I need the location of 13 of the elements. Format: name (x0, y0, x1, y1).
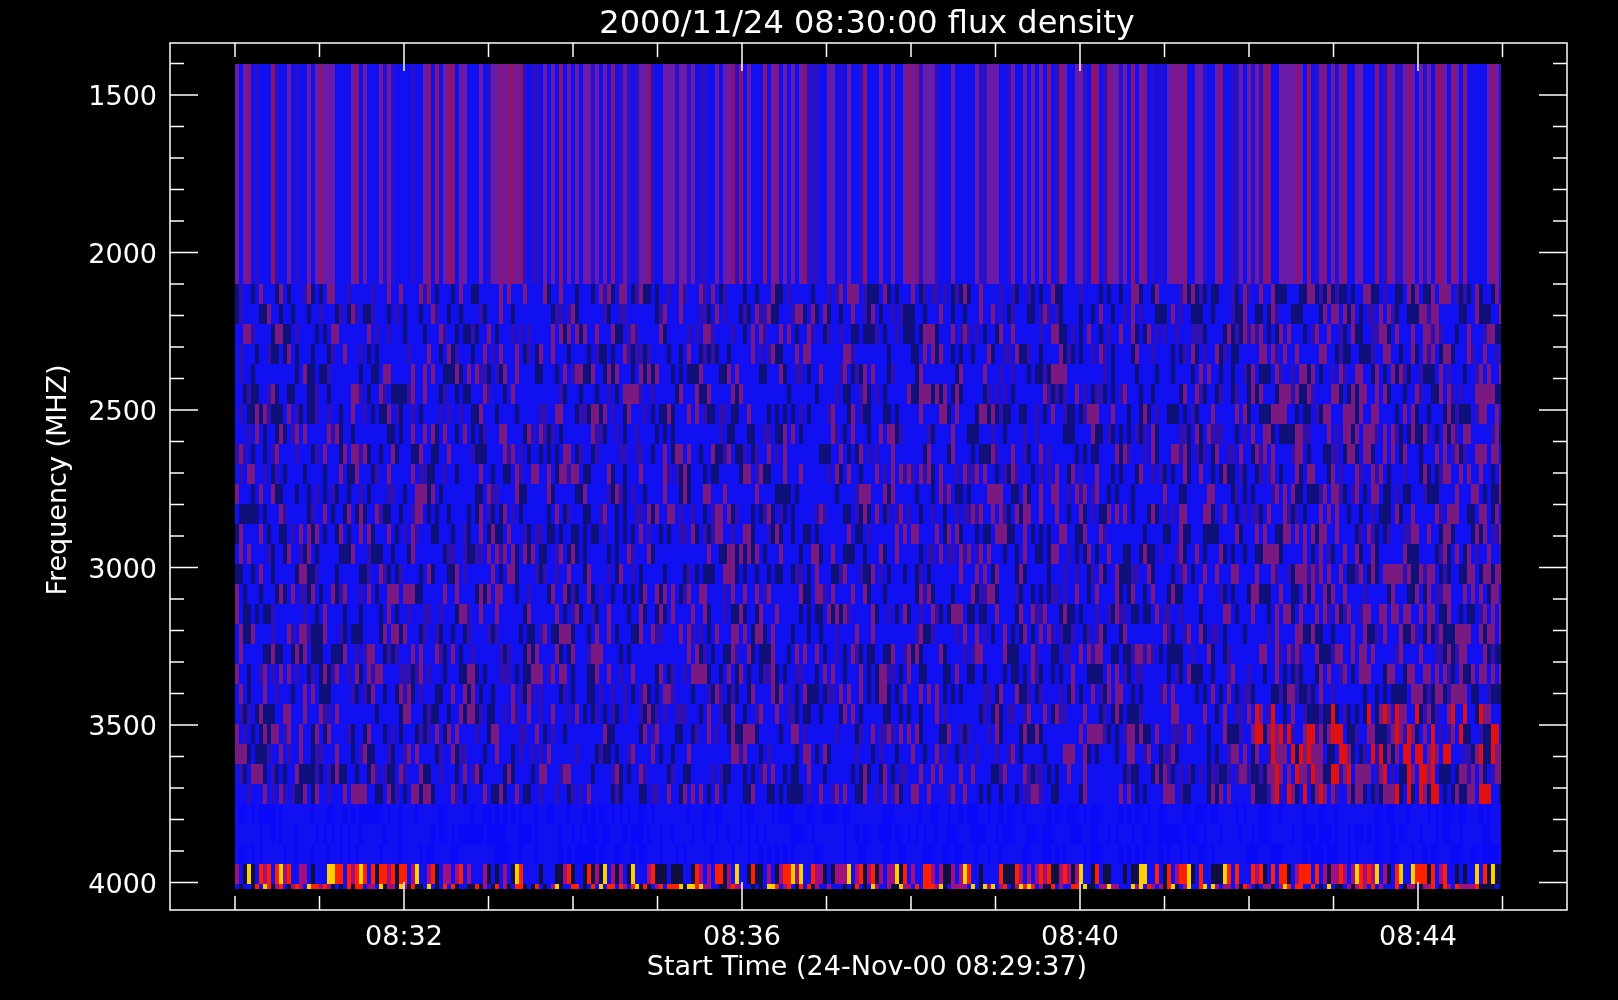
y-tick-label: 3000 (88, 552, 157, 584)
y-tick-label: 2500 (88, 395, 157, 426)
y-tick-label: 4000 (88, 867, 157, 899)
y-axis-label: Frequency (MHZ) (41, 364, 72, 596)
x-tick-label: 08:32 (365, 920, 443, 951)
x-tick-label: 08:44 (1379, 920, 1457, 951)
x-axis-label: Start Time (24-Nov-00 08:29:37) (646, 950, 1088, 981)
plot-title: 2000/11/24 08:30:00 flux density (599, 3, 1135, 41)
x-tick-label: 08:36 (703, 920, 781, 951)
y-tick-label: 3500 (88, 710, 157, 741)
x-tick-label: 08:40 (1041, 920, 1119, 951)
y-tick-label: 2000 (88, 237, 157, 269)
y-tick-label: 1500 (88, 80, 157, 111)
